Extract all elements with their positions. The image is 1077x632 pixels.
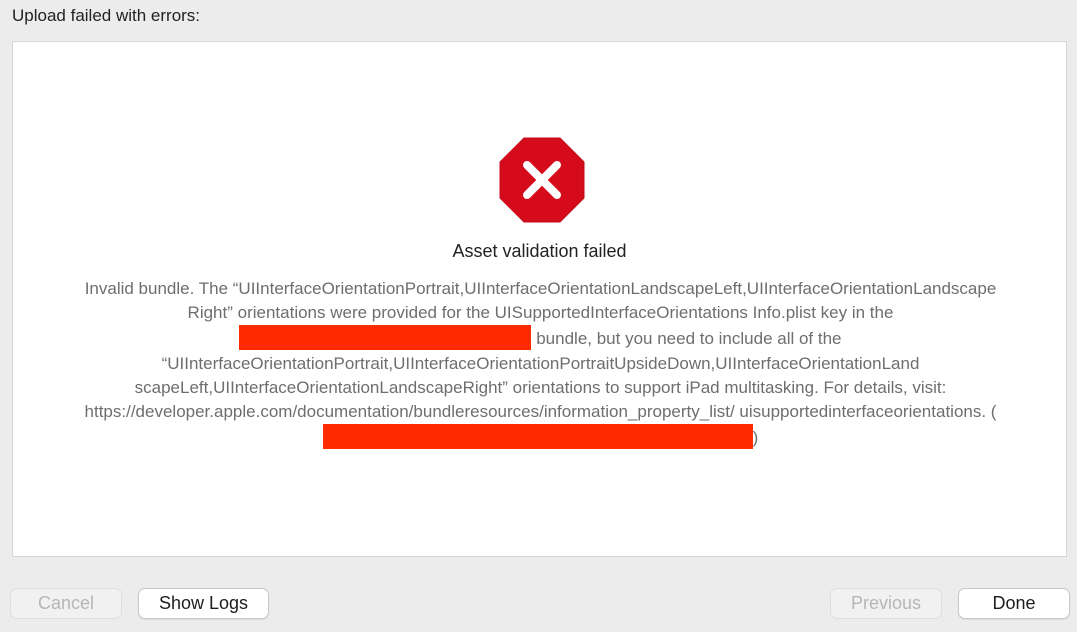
previous-button[interactable]: Previous [830, 588, 942, 619]
error-message: Invalid bundle. The “UIInterfaceOrientat… [73, 277, 1008, 450]
redacted-bundle-name [239, 325, 532, 351]
error-octagon-icon [499, 137, 585, 223]
error-message-part3: ) [752, 428, 759, 448]
error-message-part2: bundle, but you need to include all of t… [84, 329, 997, 422]
show-logs-button[interactable]: Show Logs [138, 588, 269, 619]
error-message-part1: Invalid bundle. The “UIInterfaceOrientat… [84, 279, 997, 323]
error-panel: Asset validation failed Invalid bundle. … [12, 41, 1067, 557]
dialog-heading: Upload failed with errors: [12, 6, 201, 25]
done-button[interactable]: Done [958, 588, 1070, 619]
redacted-error-id [322, 424, 753, 450]
cancel-button[interactable]: Cancel [10, 588, 122, 619]
error-title: Asset validation failed [452, 241, 627, 261]
upload-error-dialog: Upload failed with errors: Asset validat… [0, 0, 1077, 632]
